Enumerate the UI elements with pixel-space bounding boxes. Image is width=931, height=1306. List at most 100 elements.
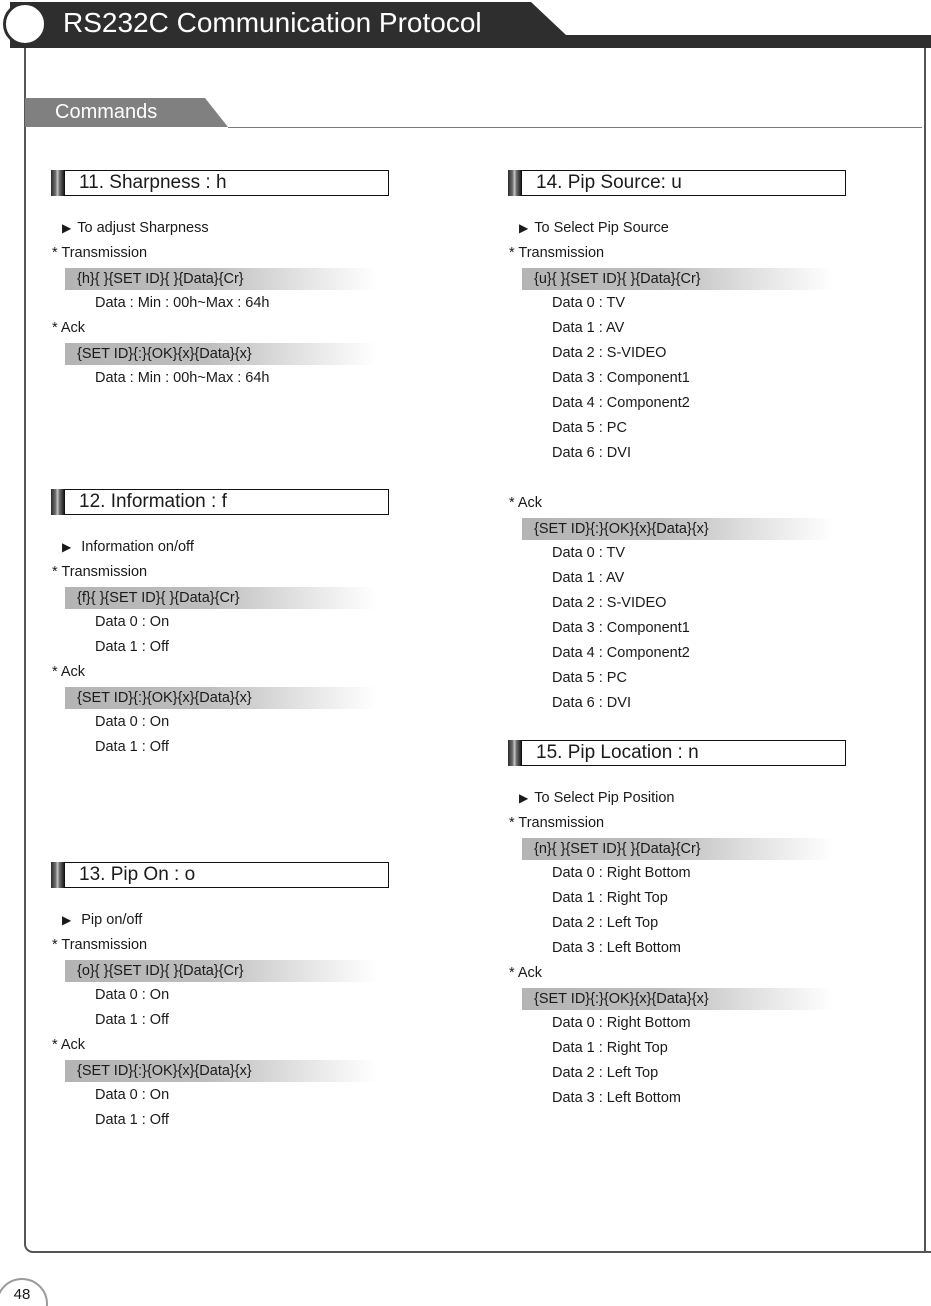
section-body: ▶ Information on/off * Transmission {f}{ }… [51, 535, 391, 760]
data-value-line: Data 6 : DVI [552, 695, 631, 711]
command-string: {o}{ }{SET ID}{ }{Data}{Cr} [65, 960, 377, 982]
data-value-line: Data 6 : DVI [552, 445, 631, 461]
subsection-label: * Ack [509, 495, 543, 511]
subsection-label: * Ack [52, 320, 86, 336]
section-title: 12. Information : f [79, 491, 227, 512]
section-description: ▶ Pip on/off [51, 908, 391, 933]
command-string: {SET ID}{:}{OK}{x}{Data}{x} [65, 343, 377, 365]
data-value-line: Data 0 : TV [552, 545, 626, 561]
section-marker-icon [508, 740, 521, 766]
data-value-line: Data 5 : PC [552, 420, 627, 436]
data-value-line: Data 5 : PC [552, 670, 627, 686]
description-text: To Select Pip Position [534, 790, 675, 806]
section-body: ▶ Pip on/off * Transmission {o}{ }{SET ID}… [51, 908, 391, 1133]
section-marker-icon [51, 862, 64, 888]
triangle-right-icon: ▶ [519, 791, 529, 805]
data-value-line: Data 1 : Right Top [552, 1040, 668, 1056]
data-value-line: Data 3 : Component1 [552, 370, 690, 386]
section-marker-icon [508, 170, 521, 196]
data-value-line: Data 1 : Off [95, 1112, 169, 1128]
subsection-label: * Ack [52, 664, 86, 680]
triangle-right-icon: ▶ [62, 913, 72, 927]
command-string: {SET ID}{:}{OK}{x}{Data}{x} [522, 988, 834, 1010]
data-value-line: Data 3 : Left Bottom [552, 1090, 681, 1106]
subsection-label: * Ack [509, 965, 543, 981]
section-title: 11. Sharpness : h [79, 172, 227, 193]
frame-right-line [924, 48, 926, 1253]
section-header: 15. Pip Location : n [508, 740, 846, 766]
command-string: {SET ID}{:}{OK}{x}{Data}{x} [522, 518, 834, 540]
page-number-badge: 48 [0, 1278, 48, 1306]
data-value-line: Data 0 : TV [552, 295, 626, 311]
command-section: 12. Information : f ▶ Information on/off *… [51, 489, 389, 755]
section-description: ▶ To Select Pip Source [508, 216, 848, 241]
section-header: 12. Information : f [51, 489, 389, 515]
command-string: {SET ID}{:}{OK}{x}{Data}{x} [65, 687, 377, 709]
section-header: 14. Pip Source: u [508, 170, 846, 196]
triangle-right-icon: ▶ [62, 221, 72, 235]
data-value-line: Data 3 : Component1 [552, 620, 690, 636]
data-value-line: Data 0 : On [95, 987, 170, 1003]
data-value-line: Data 0 : Right Bottom [552, 1015, 691, 1031]
frame-corner [24, 1243, 34, 1253]
command-section: 15. Pip Location : n ▶ To Select Pip Posit… [508, 740, 846, 1106]
data-value-line: Data 3 : Left Bottom [552, 940, 681, 956]
section-title: 15. Pip Location : n [536, 742, 699, 763]
command-string: {h}{ }{SET ID}{ }{Data}{Cr} [65, 268, 377, 290]
data-value-line: Data 2 : Left Top [552, 915, 659, 931]
section-marker-icon [51, 489, 64, 515]
triangle-right-icon: ▶ [519, 221, 529, 235]
command-section: 14. Pip Source: u ▶ To Select Pip Source * … [508, 170, 846, 711]
description-text: To adjust Sharpness [77, 220, 209, 236]
section-title: 13. Pip On : o [79, 864, 196, 885]
section-header: 11. Sharpness : h [51, 170, 389, 196]
data-value-line: Data 0 : On [95, 1087, 170, 1103]
command-string: {u}{ }{SET ID}{ }{Data}{Cr} [522, 268, 834, 290]
section-marker-icon [51, 170, 64, 196]
data-value-line: Data 4 : Component2 [552, 645, 690, 661]
section-title: 14. Pip Source: u [536, 172, 682, 193]
data-value-line: Data 0 : On [95, 614, 170, 630]
data-value-line: Data : Min : 00h~Max : 64h [95, 295, 270, 311]
description-text: Pip on/off [77, 912, 143, 928]
page-title: RS232C Communication Protocol [63, 7, 482, 38]
command-string: {f}{ }{SET ID}{ }{Data}{Cr} [65, 587, 377, 609]
data-value-line: Data 2 : Left Top [552, 1065, 659, 1081]
commands-tab-label: Commands [55, 101, 158, 123]
command-string: {SET ID}{:}{OK}{x}{Data}{x} [65, 1060, 377, 1082]
command-section: 13. Pip On : o ▶ Pip on/off * Transmission… [51, 862, 389, 1128]
data-value-line: Data 4 : Component2 [552, 395, 690, 411]
data-value-line: Data : Min : 00h~Max : 64h [95, 370, 270, 386]
subsection-label: * Transmission [52, 564, 148, 580]
description-text: Information on/off [77, 539, 194, 555]
command-section: 11. Sharpness : h ▶ To adjust Sharpness * T… [51, 170, 389, 386]
data-value-line: Data 1 : Off [95, 739, 169, 755]
section-description: ▶ To adjust Sharpness [51, 216, 391, 241]
section-description: ▶ To Select Pip Position [508, 786, 848, 811]
page-title-bar: RS232C Communication Protocol [0, 0, 931, 52]
document-page: RS232C Communication Protocol Commands 1… [0, 0, 931, 1306]
triangle-right-icon: ▶ [62, 540, 72, 554]
section-description: ▶ Information on/off [51, 535, 391, 560]
subsection-label: * Transmission [509, 815, 605, 831]
data-value-line: Data 1 : Off [95, 639, 169, 655]
section-header: 13. Pip On : o [51, 862, 389, 888]
data-value-line: Data 1 : AV [552, 320, 625, 336]
section-body: ▶ To adjust Sharpness * Transmission {h}{ }… [51, 216, 391, 391]
frame-bottom-line [33, 1251, 931, 1253]
title-corner-circle-icon [3, 2, 47, 46]
commands-underline [228, 127, 922, 128]
section-body: ▶ To Select Pip Position * Transmission {n}… [508, 786, 848, 1111]
data-value-line: Data 0 : Right Bottom [552, 865, 691, 881]
data-value-line: Data 1 : Right Top [552, 890, 668, 906]
subsection-label: * Transmission [52, 245, 148, 261]
section-body: ▶ To Select Pip Source * Transmission {u}{ … [508, 216, 848, 716]
frame-left-line [24, 48, 26, 1244]
data-value-line: Data 0 : On [95, 714, 170, 730]
data-value-line: Data 1 : Off [95, 1012, 169, 1028]
subsection-label: * Ack [52, 1037, 86, 1053]
command-string: {n}{ }{SET ID}{ }{Data}{Cr} [522, 838, 834, 860]
data-value-line: Data 2 : S-VIDEO [552, 345, 667, 361]
subsection-label: * Transmission [52, 937, 148, 953]
